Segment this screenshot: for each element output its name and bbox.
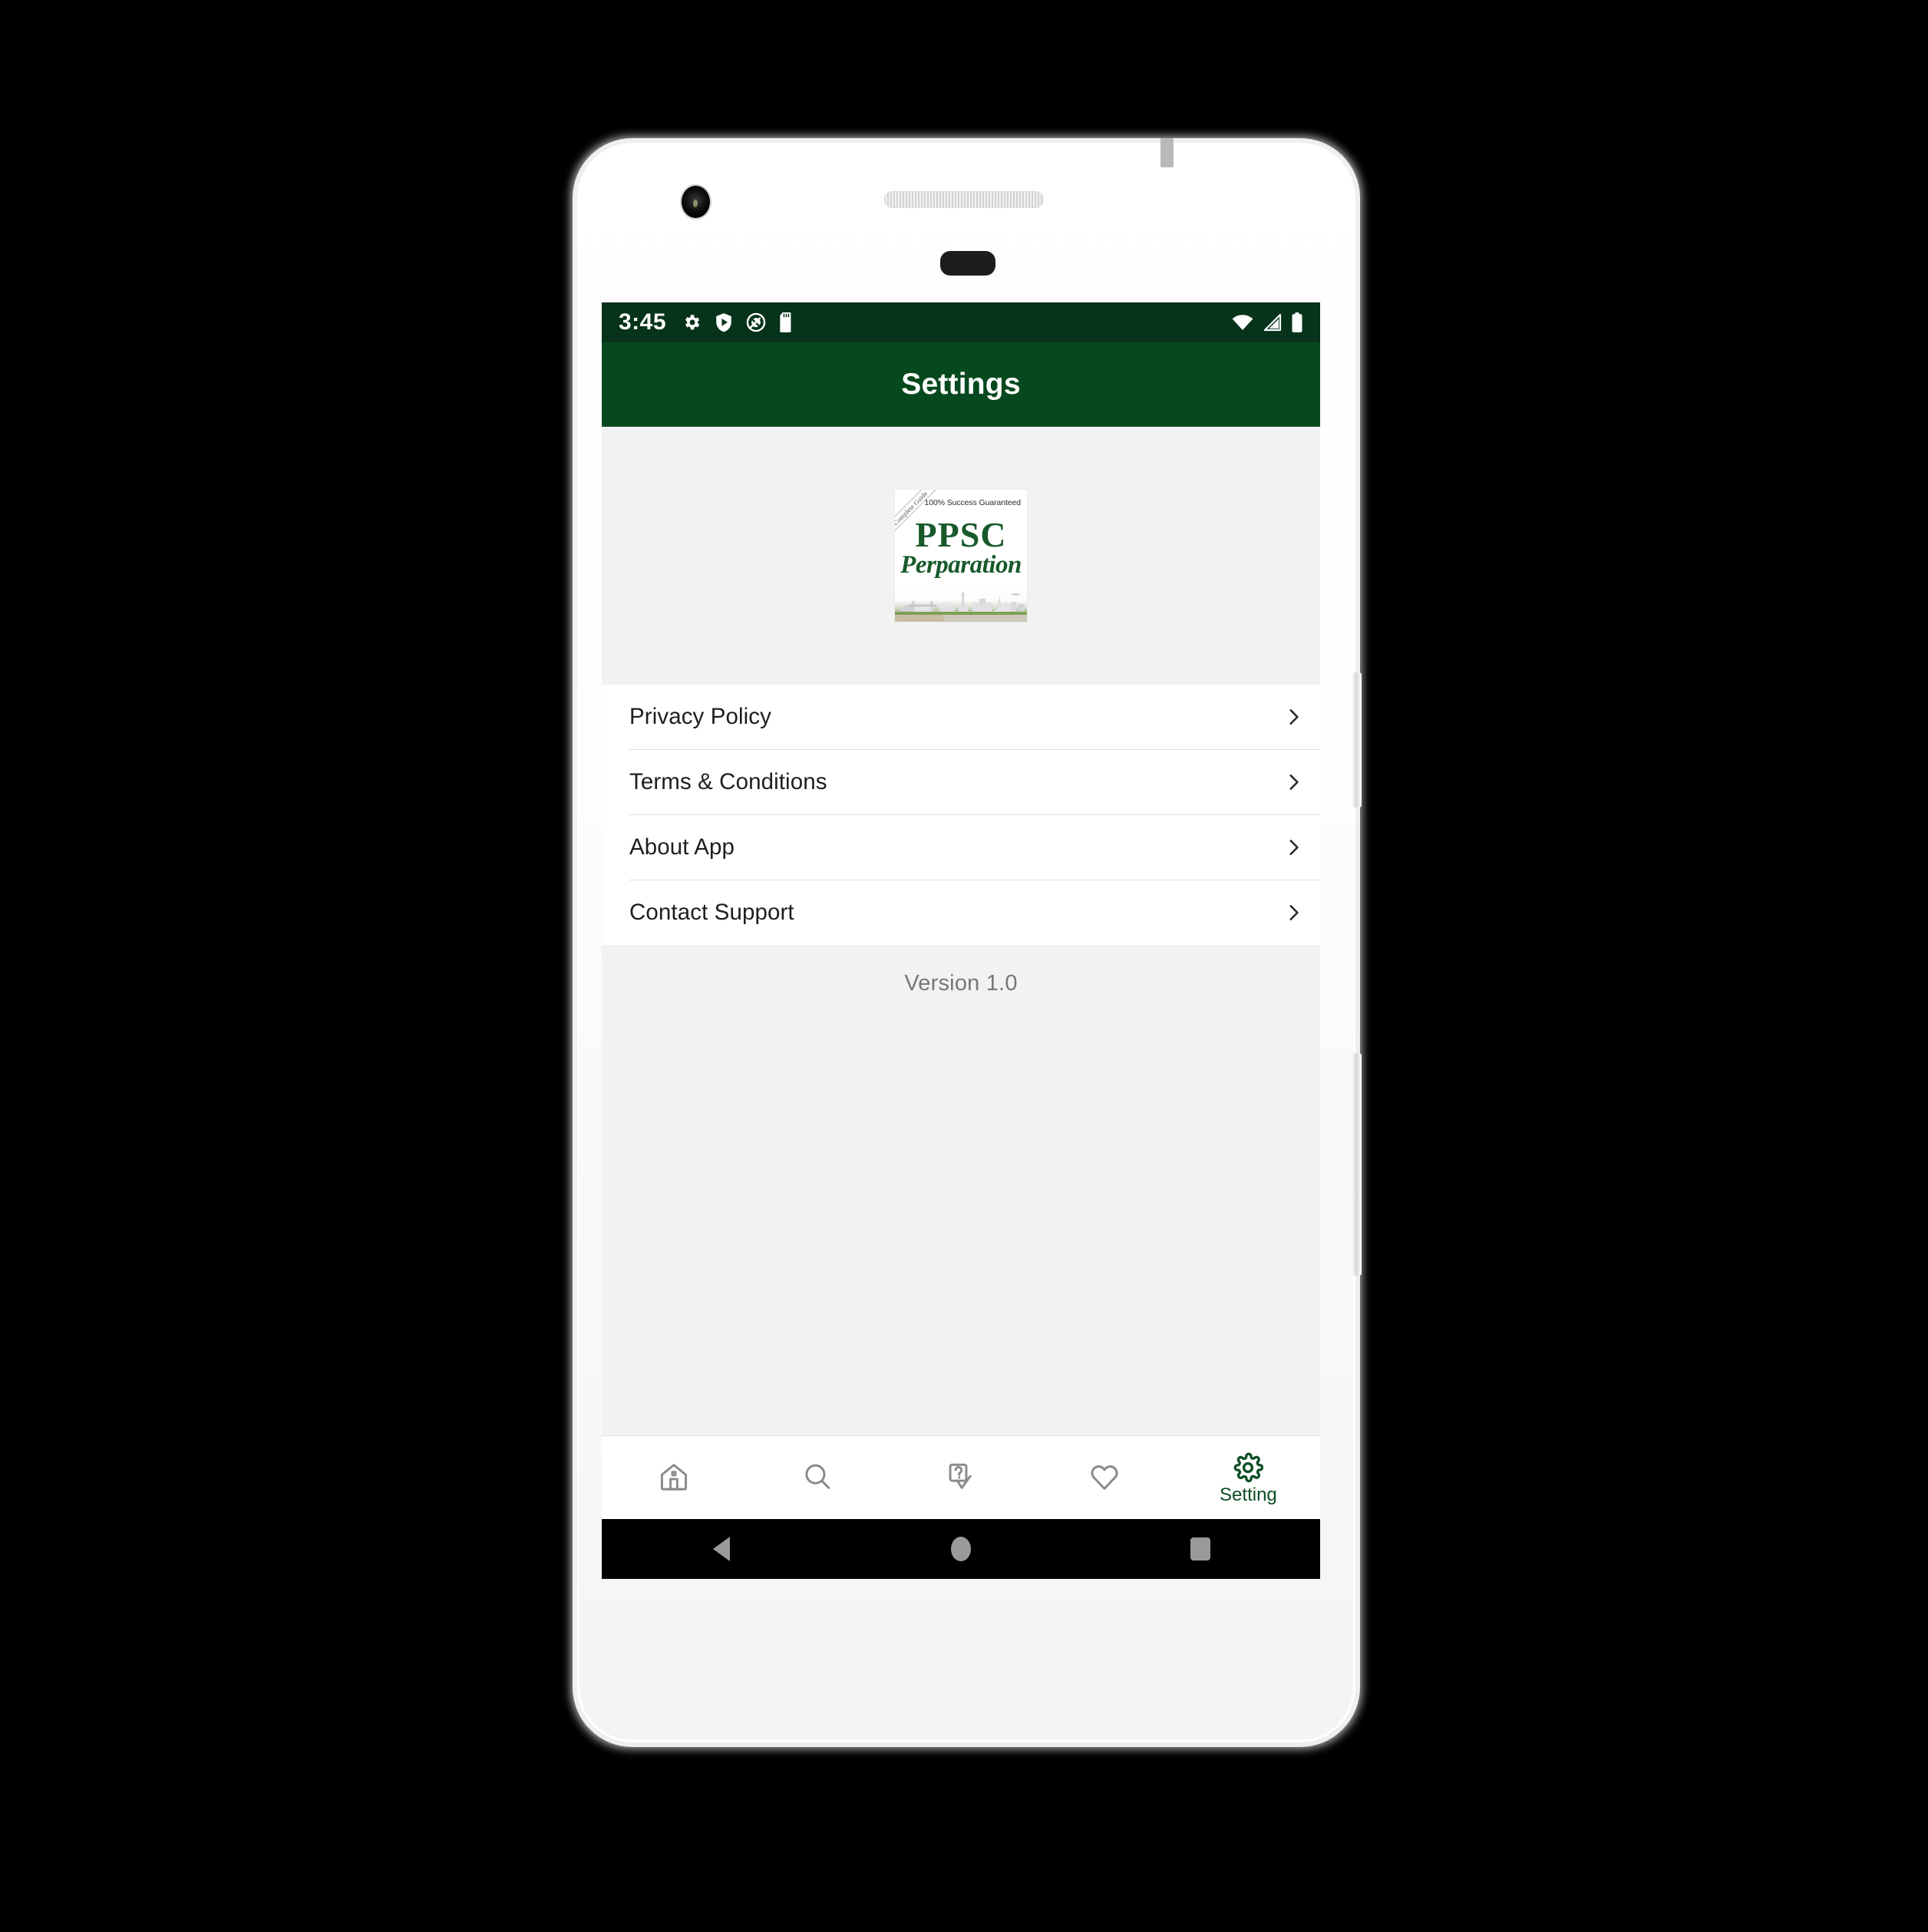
- nav-setting[interactable]: Setting: [1177, 1451, 1320, 1504]
- bottom-navigation-bar: Setting: [602, 1435, 1320, 1519]
- gear-icon: [682, 312, 702, 332]
- home-button[interactable]: [841, 1537, 1081, 1561]
- back-icon: [713, 1537, 730, 1561]
- app-bar: Settings: [602, 342, 1320, 427]
- phone-screen: 3:45 Settings Complete Guide 100% Succes…: [602, 302, 1320, 1579]
- recents-square-icon: [1190, 1537, 1210, 1560]
- wifi-icon: [1231, 313, 1254, 332]
- chevron-right-icon: [1283, 903, 1303, 923]
- do-not-disturb-icon: [746, 312, 766, 332]
- battery-full-icon: [1291, 312, 1303, 332]
- list-item-label: Privacy Policy: [629, 704, 771, 729]
- status-bar: 3:45: [602, 302, 1320, 342]
- pakistan-skyline-illustration: [895, 588, 1027, 622]
- earpiece-speaker-icon: [884, 191, 1044, 208]
- home-icon: [657, 1460, 691, 1494]
- logo-subtitle: Perparation: [900, 551, 1022, 579]
- chevron-right-icon: [1283, 837, 1303, 857]
- status-bar-time: 3:45: [619, 309, 667, 335]
- quiz-icon: [944, 1460, 978, 1494]
- app-logo-section: Complete Guide 100% Success Guaranteed P…: [602, 427, 1320, 685]
- play-protect-shield-icon: [715, 312, 733, 332]
- frame-antenna-line: [1160, 138, 1174, 167]
- logo-tagline: 100% Success Guaranteed: [924, 498, 1021, 507]
- version-section: Version 1.0: [602, 945, 1320, 1435]
- list-item-label: Terms & Conditions: [629, 769, 827, 794]
- nav-search[interactable]: [745, 1460, 889, 1496]
- recents-button[interactable]: [1081, 1537, 1320, 1560]
- list-item-about-app[interactable]: About App: [602, 815, 1320, 880]
- nav-label: Setting: [1220, 1484, 1277, 1505]
- sd-card-icon: [779, 312, 794, 332]
- search-icon: [801, 1460, 834, 1494]
- list-item-privacy-policy[interactable]: Privacy Policy: [602, 685, 1320, 749]
- app-logo: Complete Guide 100% Success Guaranteed P…: [895, 490, 1027, 622]
- chevron-right-icon: [1283, 772, 1303, 792]
- nav-quiz[interactable]: [889, 1460, 1032, 1496]
- page-title: Settings: [901, 368, 1021, 401]
- home-circle-icon: [951, 1537, 971, 1561]
- nav-favorites[interactable]: [1033, 1460, 1177, 1496]
- heart-icon: [1088, 1460, 1121, 1494]
- list-item-contact-support[interactable]: Contact Support: [602, 880, 1320, 945]
- nav-home[interactable]: [602, 1460, 745, 1496]
- cellular-signal-icon: [1263, 313, 1283, 332]
- power-button[interactable]: [1352, 672, 1362, 807]
- chevron-right-icon: [1283, 707, 1303, 727]
- status-bar-left-icons: [682, 312, 794, 332]
- logo-title: PPSC: [915, 515, 1007, 554]
- status-bar-right-icons: [1231, 312, 1303, 332]
- volume-button[interactable]: [1352, 1053, 1362, 1276]
- settings-list: Privacy Policy Terms & Conditions About …: [602, 685, 1320, 945]
- version-label: Version 1.0: [904, 971, 1018, 996]
- screenshot-stage: 3:45 Settings Complete Guide 100% Succes…: [0, 0, 1928, 1932]
- sensor-pill: [940, 251, 995, 276]
- list-item-terms-conditions[interactable]: Terms & Conditions: [602, 750, 1320, 814]
- back-button[interactable]: [602, 1537, 841, 1561]
- list-item-label: Contact Support: [629, 900, 794, 925]
- gear-icon: [1232, 1451, 1264, 1484]
- list-item-label: About App: [629, 834, 735, 860]
- front-camera-icon: [682, 186, 710, 218]
- android-navigation-bar: [602, 1519, 1320, 1579]
